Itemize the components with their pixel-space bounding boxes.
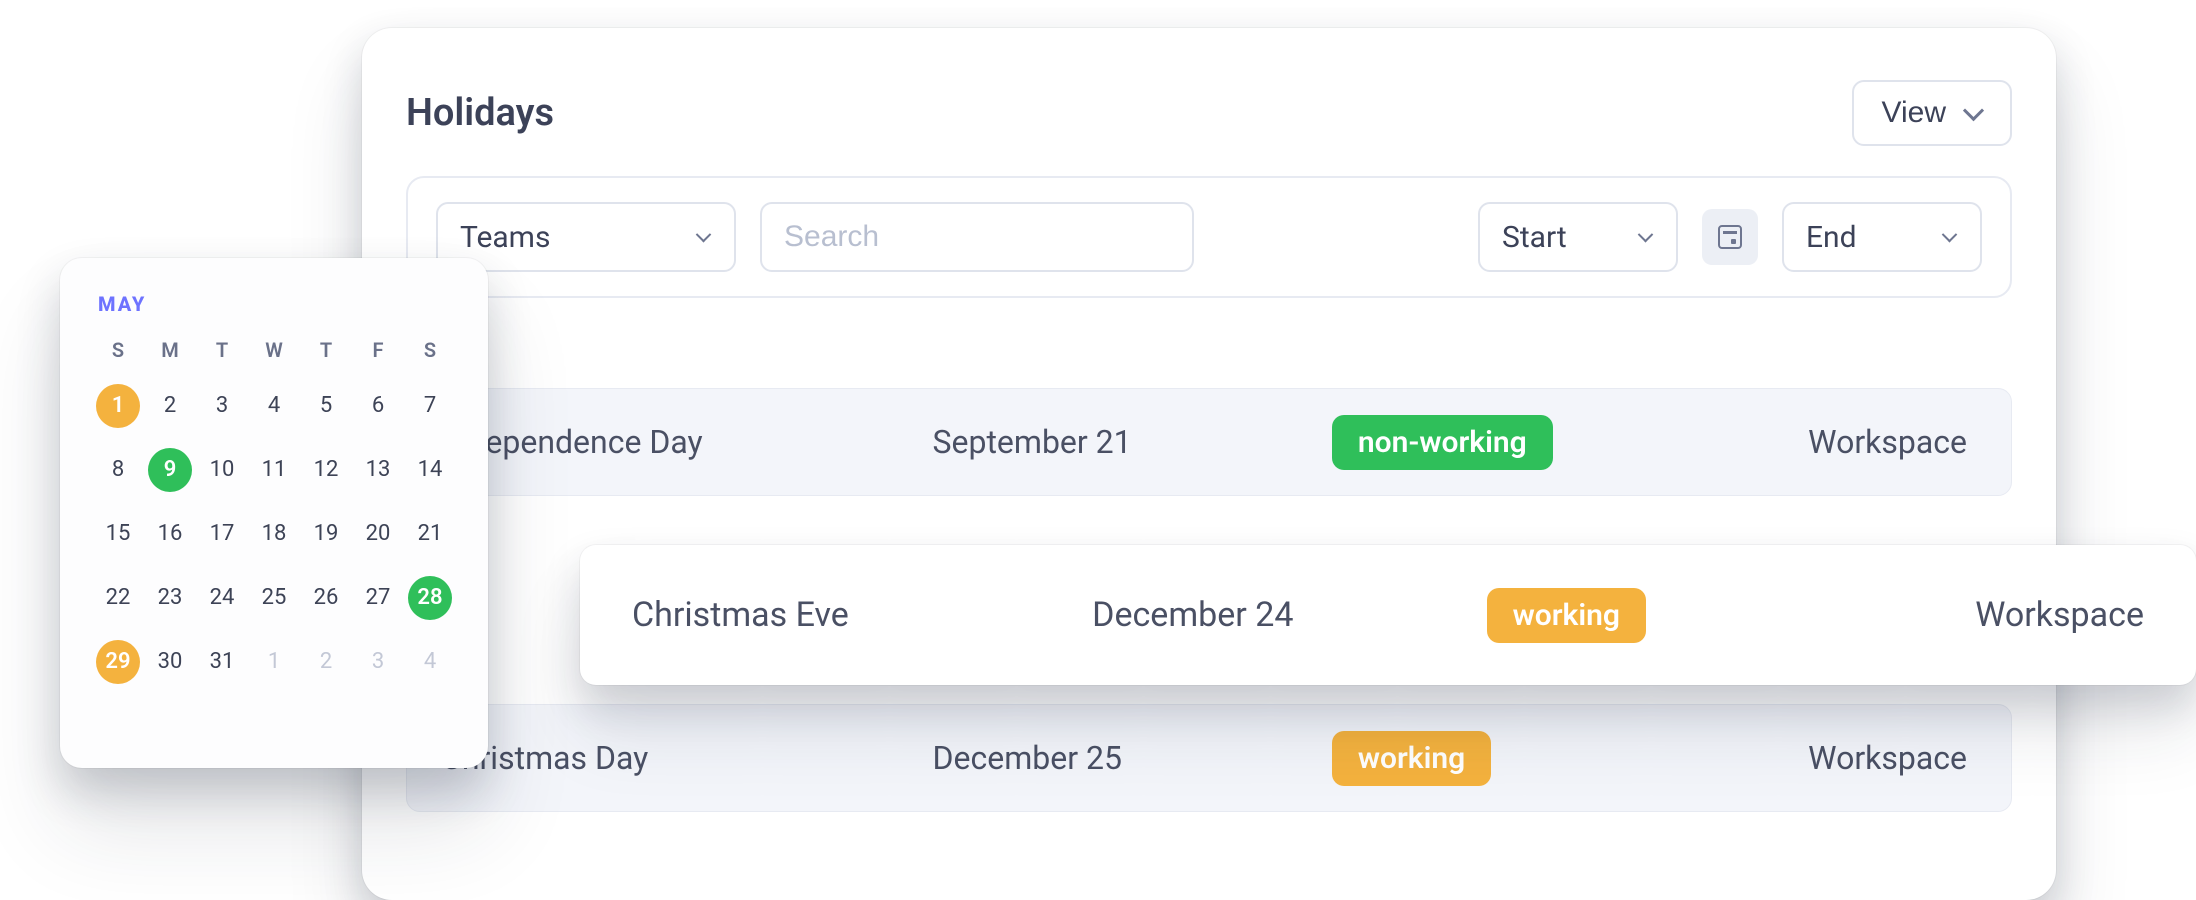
status-badge: non-working xyxy=(1332,415,1553,470)
calendar-day[interactable]: 21 xyxy=(408,512,452,556)
calendar-weekday-row: S M T W T F S xyxy=(92,330,456,374)
calendar-week: 891011121314 xyxy=(92,438,456,502)
end-date-select[interactable]: End xyxy=(1782,202,1982,272)
calendar-day[interactable]: 24 xyxy=(200,576,244,620)
calendar-day[interactable]: 30 xyxy=(148,640,192,684)
holiday-date: December 24 xyxy=(1092,595,1486,635)
weekday-label: S xyxy=(92,330,144,374)
search-input[interactable] xyxy=(760,202,1194,272)
calendar-day[interactable]: 15 xyxy=(96,512,140,556)
holiday-scope: Workspace xyxy=(1815,595,2144,635)
calendar-day[interactable]: 25 xyxy=(252,576,296,620)
holiday-row[interactable]: Independence Day September 21 non-workin… xyxy=(406,388,2012,496)
calendar-day[interactable]: 3 xyxy=(356,640,400,684)
calendar-day[interactable]: 23 xyxy=(148,576,192,620)
view-select[interactable]: View xyxy=(1852,80,2012,146)
calendar-day[interactable]: 2 xyxy=(148,384,192,428)
calendar-day[interactable]: 10 xyxy=(200,448,244,492)
holiday-date: September 21 xyxy=(933,423,1332,461)
holiday-row-highlight[interactable]: Christmas Eve December 24 working Worksp… xyxy=(580,545,2196,685)
end-date-label: End xyxy=(1806,220,1857,255)
teams-select[interactable]: Teams xyxy=(436,202,736,272)
holiday-name: Christmas Eve xyxy=(632,595,1092,635)
chevron-down-icon xyxy=(694,228,712,246)
calendar-day[interactable]: 1 xyxy=(96,384,140,428)
calendar-day[interactable]: 4 xyxy=(252,384,296,428)
calendar-day[interactable]: 12 xyxy=(304,448,348,492)
holidays-panel: Holidays View Teams Start End Independen… xyxy=(362,28,2056,900)
calendar-day[interactable]: 7 xyxy=(408,384,452,428)
weekday-label: M xyxy=(144,330,196,374)
calendar-icon xyxy=(1718,225,1742,249)
calendar-day[interactable]: 19 xyxy=(304,512,348,556)
page-title: Holidays xyxy=(406,91,554,135)
calendar-day[interactable]: 4 xyxy=(408,640,452,684)
status-badge: working xyxy=(1332,731,1491,786)
calendar-day[interactable]: 17 xyxy=(200,512,244,556)
holiday-scope: Workspace xyxy=(1670,423,1977,461)
filter-bar: Teams Start End xyxy=(406,176,2012,298)
chevron-down-icon xyxy=(1636,228,1654,246)
weekday-label: S xyxy=(404,330,456,374)
weekday-label: T xyxy=(300,330,352,374)
calendar-day[interactable]: 20 xyxy=(356,512,400,556)
weekday-label: T xyxy=(196,330,248,374)
calendar-day[interactable]: 1 xyxy=(252,640,296,684)
chevron-down-icon xyxy=(1940,228,1958,246)
panel-header: Holidays View xyxy=(406,78,2012,148)
calendar-day[interactable]: 13 xyxy=(356,448,400,492)
holiday-name: Christmas Day xyxy=(441,739,933,777)
calendar-day[interactable]: 2 xyxy=(304,640,348,684)
calendar-day[interactable]: 8 xyxy=(96,448,140,492)
mini-calendar: MAY S M T W T F S 1234567891011121314151… xyxy=(60,258,488,768)
calendar-day[interactable]: 22 xyxy=(96,576,140,620)
chevron-down-icon xyxy=(1964,104,1982,122)
calendar-day[interactable]: 9 xyxy=(148,448,192,492)
holiday-scope: Workspace xyxy=(1670,739,1977,777)
calendar-week: 1234567 xyxy=(92,374,456,438)
calendar-day[interactable]: 5 xyxy=(304,384,348,428)
holiday-name: Independence Day xyxy=(441,423,933,461)
date-range-button[interactable] xyxy=(1702,209,1758,265)
calendar-day[interactable]: 3 xyxy=(200,384,244,428)
calendar-day[interactable]: 27 xyxy=(356,576,400,620)
weekday-label: F xyxy=(352,330,404,374)
teams-select-label: Teams xyxy=(460,220,550,255)
calendar-day[interactable]: 18 xyxy=(252,512,296,556)
calendar-day[interactable]: 26 xyxy=(304,576,348,620)
start-date-select[interactable]: Start xyxy=(1478,202,1678,272)
calendar-week: 22232425262728 xyxy=(92,566,456,630)
calendar-day[interactable]: 28 xyxy=(408,576,452,620)
calendar-month-label: MAY xyxy=(98,292,456,316)
status-badge: working xyxy=(1487,588,1646,643)
calendar-week: 15161718192021 xyxy=(92,502,456,566)
calendar-day[interactable]: 14 xyxy=(408,448,452,492)
view-select-label: View xyxy=(1882,96,1946,130)
calendar-week: 2930311234 xyxy=(92,630,456,694)
weekday-label: W xyxy=(248,330,300,374)
calendar-day[interactable]: 6 xyxy=(356,384,400,428)
calendar-day[interactable]: 31 xyxy=(200,640,244,684)
start-date-label: Start xyxy=(1502,220,1567,255)
holiday-date: December 25 xyxy=(933,739,1332,777)
calendar-day[interactable]: 29 xyxy=(96,640,140,684)
calendar-day[interactable]: 16 xyxy=(148,512,192,556)
holiday-row[interactable]: Christmas Day December 25 working Worksp… xyxy=(406,704,2012,812)
calendar-day[interactable]: 11 xyxy=(252,448,296,492)
